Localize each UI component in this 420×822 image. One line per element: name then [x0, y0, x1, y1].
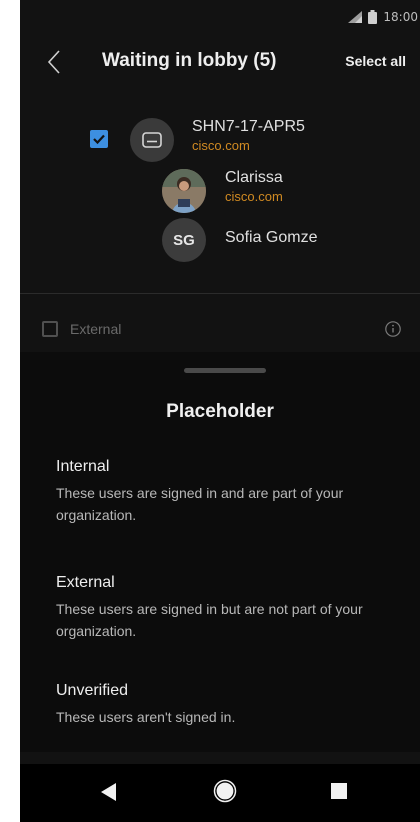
info-icon[interactable] [384, 320, 402, 338]
lobby-item-person[interactable]: SG Sofia Gomze [162, 216, 412, 262]
chevron-left-icon [47, 50, 60, 74]
selected-checkbox[interactable] [90, 130, 108, 148]
person-text: Sofia Gomze [225, 229, 317, 247]
person-name: Clarissa [225, 169, 283, 186]
external-group-row: External [20, 318, 420, 342]
section-external: External These users are signed in but a… [56, 574, 396, 642]
nav-recents-icon[interactable] [331, 783, 347, 799]
checkmark-icon [93, 134, 105, 145]
avatar: SG [162, 218, 206, 262]
person-name: Sofia Gomze [225, 229, 318, 246]
section-unverified: Unverified These users aren't signed in. [56, 682, 396, 728]
device-icon [142, 132, 162, 148]
person-domain: cisco.com [225, 189, 283, 204]
section-body: These users aren't signed in. [56, 709, 236, 725]
nav-back-icon[interactable] [98, 781, 118, 803]
device-text: SHN7-17-APR5 cisco.com [192, 118, 305, 153]
drag-handle[interactable] [184, 368, 266, 373]
section-title: Internal [56, 458, 110, 475]
device-avatar [130, 118, 174, 162]
phone-screen: 18:00 Waiting in lobby (5) Select all SH… [20, 0, 420, 822]
person-text: Clarissa cisco.com [225, 169, 283, 204]
section-title: External [56, 574, 115, 591]
signal-icon [348, 11, 363, 23]
divider [20, 293, 420, 294]
device-name: SHN7-17-APR5 [192, 118, 305, 135]
avatar [162, 169, 206, 213]
section-body: These users are signed in but are not pa… [56, 601, 363, 639]
sheet-title: Placeholder [166, 401, 274, 422]
header: Waiting in lobby (5) Select all [20, 38, 420, 86]
lobby-item-person[interactable]: Clarissa cisco.com [162, 167, 412, 213]
select-all-button[interactable]: Select all [345, 53, 406, 69]
section-body: These users are signed in and are part o… [56, 485, 344, 523]
lobby-item-device[interactable]: SHN7-17-APR5 cisco.com [130, 115, 410, 165]
page-title: Waiting in lobby (5) [102, 50, 277, 71]
external-group-label: External [70, 321, 122, 337]
status-bar: 18:00 [20, 0, 420, 34]
navigation-bar [20, 764, 420, 822]
section-title: Unverified [56, 682, 129, 699]
battery-icon [368, 10, 378, 24]
nav-home-icon[interactable] [213, 779, 237, 803]
back-button[interactable] [40, 48, 68, 76]
status-time: 18:00 [383, 10, 418, 24]
bottom-sheet: Placeholder Internal These users are sig… [20, 352, 420, 752]
section-internal: Internal These users are signed in and a… [56, 458, 396, 526]
device-domain: cisco.com [192, 138, 250, 153]
external-checkbox[interactable] [42, 321, 58, 337]
avatar-photo [162, 169, 206, 213]
